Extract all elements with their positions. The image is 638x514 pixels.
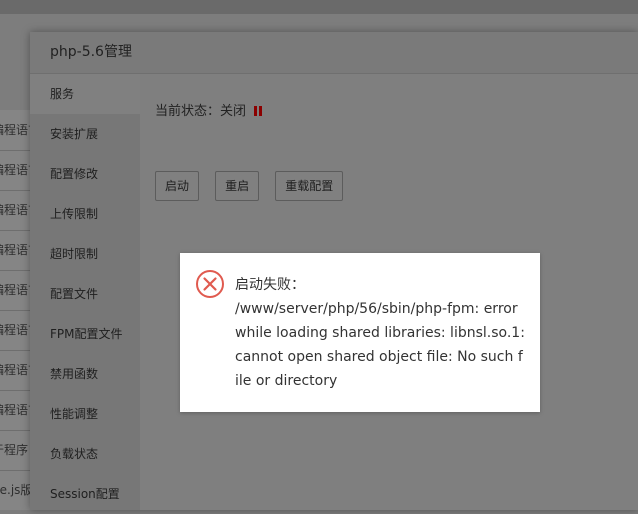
- background-row: 于程序: [0, 430, 30, 471]
- restart-button[interactable]: 重启: [215, 171, 260, 201]
- background-software-list: 编程语言 编程语言 编程语言 编程语言 编程语言 编程语言 编程语言 编程语言 …: [0, 110, 30, 510]
- background-row: 编程语言: [0, 150, 30, 191]
- stopped-pause-icon: [254, 105, 264, 120]
- dialog-title[interactable]: php-5.6管理: [30, 32, 638, 74]
- reload-config-button[interactable]: 重载配置: [275, 171, 344, 201]
- background-row: 编程语言: [0, 270, 30, 311]
- sidebar-item-performance-tuning[interactable]: 性能调整: [30, 394, 140, 434]
- background-row: 编程语言: [0, 230, 30, 271]
- error-circle-icon: [196, 270, 224, 298]
- sidebar-item-session-config[interactable]: Session配置: [30, 474, 140, 514]
- sidebar-item-config-edit[interactable]: 配置修改: [30, 154, 140, 194]
- service-status: 当前状态：关闭: [155, 100, 264, 120]
- error-detail: /www/server/php/56/sbin/php-fpm: error w…: [235, 301, 525, 389]
- sidebar-item-load-status[interactable]: 负载状态: [30, 434, 140, 474]
- sidebar-item-timeout-limit[interactable]: 超时限制: [30, 234, 140, 274]
- background-top-bar: [0, 0, 638, 14]
- sidebar-item-upload-limit[interactable]: 上传限制: [30, 194, 140, 234]
- error-toast: 启动失败： /www/server/php/56/sbin/php-fpm: e…: [180, 253, 540, 412]
- background-row: 编程语言: [0, 390, 30, 431]
- sidebar-item-fpm-config-file[interactable]: FPM配置文件: [30, 314, 140, 354]
- sidebar-item-disabled-functions[interactable]: 禁用函数: [30, 354, 140, 394]
- start-button[interactable]: 启动: [155, 171, 200, 201]
- background-row: 编程语言: [0, 310, 30, 351]
- error-title: 启动失败：: [235, 277, 305, 293]
- error-message: 启动失败： /www/server/php/56/sbin/php-fpm: e…: [235, 273, 525, 393]
- background-row: 编程语言: [0, 110, 30, 151]
- sidebar-item-config-file[interactable]: 配置文件: [30, 274, 140, 314]
- background-row: de.js版: [0, 470, 30, 510]
- background-row: 编程语言: [0, 350, 30, 391]
- service-buttons: 启动 重启 重载配置: [155, 171, 354, 201]
- sidebar-item-service[interactable]: 服务: [30, 74, 140, 114]
- status-label: 当前状态：关闭: [155, 104, 247, 119]
- background-row: 编程语言: [0, 190, 30, 231]
- sidebar-item-install-extensions[interactable]: 安装扩展: [30, 114, 140, 154]
- sidebar: 服务 安装扩展 配置修改 上传限制 超时限制 配置文件 FPM配置文件 禁用函数…: [30, 74, 140, 510]
